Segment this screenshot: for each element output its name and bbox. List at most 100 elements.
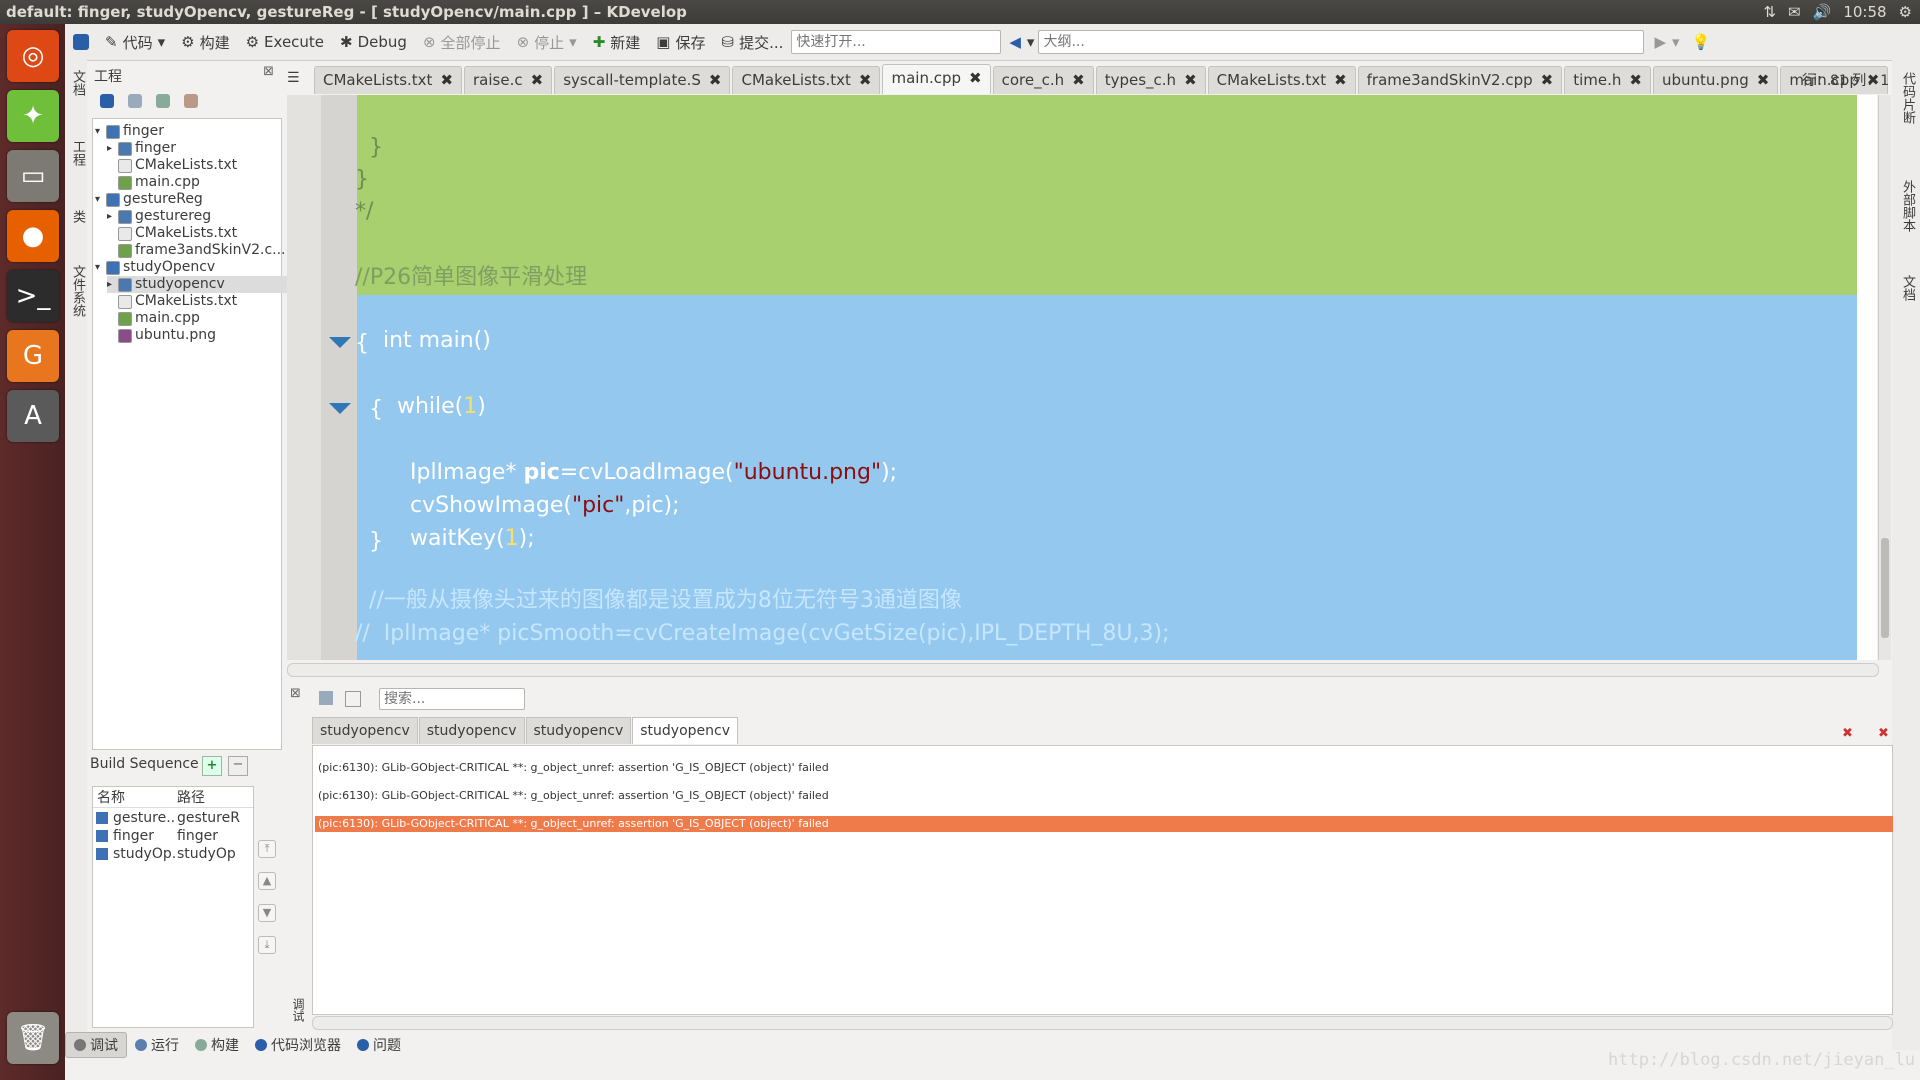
code-browser-tab[interactable]: 代码浏览器 xyxy=(247,1033,349,1057)
table-row[interactable]: gesture... gestureR xyxy=(93,809,253,827)
areas-button[interactable] xyxy=(65,34,97,50)
hint-button[interactable]: 💡 xyxy=(1684,33,1719,51)
debug-side-label[interactable]: 调试 xyxy=(290,998,307,1022)
tree-item[interactable]: ▾ finger xyxy=(95,123,164,140)
remove-icon[interactable]: − xyxy=(228,756,248,776)
tab-documentation[interactable]: 文档 xyxy=(1898,275,1917,301)
debug-button[interactable]: ✱ Debug xyxy=(332,33,415,51)
nav-forward-button[interactable]: ▶ xyxy=(1644,33,1668,51)
output-tab[interactable]: studyopencv xyxy=(525,717,632,744)
nav-forward-history-button[interactable]: ▾ xyxy=(1668,33,1684,51)
close-output-tab-icon[interactable]: ✖ xyxy=(1842,726,1853,741)
editor-tab[interactable]: syscall-template.S ✖ xyxy=(554,66,731,94)
close-tab-icon[interactable]: ✖ xyxy=(1757,67,1770,94)
move-up-icon[interactable]: ▲ xyxy=(258,872,276,890)
expand-arrow-icon[interactable]: ▸ xyxy=(107,208,115,225)
editor-tab[interactable]: ubuntu.png ✖ xyxy=(1652,66,1779,94)
editor-horizontal-scrollbar[interactable] xyxy=(287,663,1879,677)
tab-projects[interactable]: 工程 xyxy=(68,140,87,166)
tree-item[interactable]: main.cpp xyxy=(107,174,200,191)
nav-history-button[interactable]: ▾ xyxy=(1023,33,1039,51)
build-selection-icon[interactable] xyxy=(184,94,198,108)
editor-tab[interactable]: CMakeLists.txt ✖ xyxy=(1207,66,1356,94)
tree-item[interactable]: CMakeLists.txt xyxy=(107,225,237,242)
code-editor[interactable]: } } */ //P26简单图像平滑处理 int main() { while(… xyxy=(287,95,1877,660)
tree-item[interactable]: ▸ gesturereg xyxy=(107,208,211,225)
close-tab-icon[interactable]: ✖ xyxy=(1334,67,1347,94)
new-button[interactable]: ✚ 新建 xyxy=(585,32,649,53)
files-app-icon[interactable]: ▭ xyxy=(7,150,59,202)
tab-external-scripts[interactable]: 外部脚本 xyxy=(1898,180,1917,232)
close-tab-icon[interactable]: ✖ xyxy=(969,65,982,94)
stop-all-button[interactable]: ⊗ 全部停止 xyxy=(415,32,509,53)
save-button[interactable]: ▣ 保存 xyxy=(648,32,713,53)
editor-tab[interactable]: time.h ✖ xyxy=(1564,66,1651,94)
volume-icon[interactable]: 🔊 xyxy=(1813,0,1832,24)
editor-tab[interactable]: main.cpp ✖ xyxy=(882,64,991,94)
expand-arrow-icon[interactable]: ▸ xyxy=(107,140,115,157)
debug-tab[interactable]: 调试 xyxy=(65,1032,127,1058)
close-icon[interactable]: ⊠ xyxy=(263,64,274,79)
move-bottom-icon[interactable]: ⤓ xyxy=(258,936,276,954)
close-tab-icon[interactable]: ✖ xyxy=(440,67,453,94)
close-tab-icon[interactable]: ✖ xyxy=(1541,67,1554,94)
select-all-icon[interactable] xyxy=(345,691,361,707)
table-row[interactable]: finger finger xyxy=(93,827,253,845)
kdevelop-app-icon[interactable]: ✦ xyxy=(7,90,59,142)
close-all-outputs-icon[interactable]: ✖ xyxy=(1878,726,1889,741)
move-down-icon[interactable]: ▼ xyxy=(258,904,276,922)
messaging-icon[interactable]: ✉ xyxy=(1788,0,1801,24)
code-menu-button[interactable]: ✎ 代码 ▾ xyxy=(97,32,173,53)
close-tab-icon[interactable]: ✖ xyxy=(531,67,544,94)
tree-item[interactable]: ▸ finger xyxy=(107,140,176,157)
terminal-app-icon[interactable]: >_ xyxy=(7,270,59,322)
tree-item[interactable]: frame3andSkinV2.c... xyxy=(107,242,286,259)
close-tab-icon[interactable]: ✖ xyxy=(709,67,722,94)
tree-item[interactable]: ▾ gestureReg xyxy=(95,191,203,208)
editor-vertical-scrollbar[interactable] xyxy=(1878,95,1891,660)
close-tab-icon[interactable]: ✖ xyxy=(1629,67,1642,94)
copy-icon[interactable] xyxy=(319,691,333,705)
run-tab[interactable]: 运行 xyxy=(127,1033,187,1057)
tab-snippets[interactable]: 代码片断 xyxy=(1898,72,1917,124)
build-tab[interactable]: 构建 xyxy=(187,1033,247,1057)
tree-item[interactable]: ▸ studyopencv xyxy=(107,276,293,293)
tree-item[interactable]: ▾ studyOpencv xyxy=(95,259,215,276)
outline-input[interactable] xyxy=(1038,30,1645,54)
scrollbar-thumb[interactable] xyxy=(1881,538,1889,638)
output-tab[interactable]: studyopencv xyxy=(418,717,525,744)
add-icon[interactable]: + xyxy=(202,756,222,776)
column-header-path[interactable]: 路径 xyxy=(177,789,205,807)
settings-gear-icon[interactable]: ⚙ xyxy=(1899,0,1912,24)
commit-button[interactable]: ⛁ 提交... xyxy=(713,32,791,53)
close-icon[interactable]: ⊠ xyxy=(290,686,301,701)
software-updater-icon[interactable]: A xyxy=(7,390,59,442)
column-header-name[interactable]: 名称 xyxy=(97,789,125,807)
editor-tab[interactable]: raise.c ✖ xyxy=(464,66,553,94)
output-tab[interactable]: studyopencv xyxy=(312,717,418,744)
editor-tab[interactable]: core_c.h ✖ xyxy=(992,66,1094,94)
log-line[interactable]: (pic:6130): GLib-GObject-CRITICAL **: g_… xyxy=(315,788,1893,804)
move-top-icon[interactable]: ⤒ xyxy=(258,840,276,858)
output-search-input[interactable] xyxy=(379,688,525,710)
fold-toggle-icon[interactable] xyxy=(329,403,351,414)
expand-arrow-icon[interactable]: ▾ xyxy=(95,123,103,140)
firefox-app-icon[interactable]: ● xyxy=(7,210,59,262)
output-horizontal-scrollbar[interactable] xyxy=(312,1016,1893,1030)
close-tab-icon[interactable]: ✖ xyxy=(1184,67,1197,94)
execute-button[interactable]: ⚙ Execute xyxy=(238,33,332,51)
editor-tab[interactable]: CMakeLists.txt ✖ xyxy=(732,66,881,94)
open-project-icon[interactable] xyxy=(128,94,142,108)
stop-button[interactable]: ⊗ 停止 ▾ xyxy=(509,32,585,53)
clock[interactable]: 10:58 xyxy=(1843,0,1886,24)
log-line[interactable]: (pic:6130): GLib-GObject-CRITICAL **: g_… xyxy=(315,760,1893,776)
tree-item[interactable]: main.cpp xyxy=(107,310,200,327)
document-list-icon[interactable]: ☰ xyxy=(287,70,300,86)
tree-item[interactable]: CMakeLists.txt xyxy=(107,157,237,174)
log-line[interactable]: (pic:6130): GLib-GObject-CRITICAL **: g_… xyxy=(315,816,1893,832)
tree-item[interactable]: CMakeLists.txt xyxy=(107,293,237,310)
tab-filesystem[interactable]: 文件系统 xyxy=(68,265,87,317)
dash-home-icon[interactable]: ◎ xyxy=(7,30,59,82)
table-row[interactable]: studyOp...studyOp xyxy=(93,845,253,863)
editor-tab[interactable]: types_c.h ✖ xyxy=(1095,66,1206,94)
